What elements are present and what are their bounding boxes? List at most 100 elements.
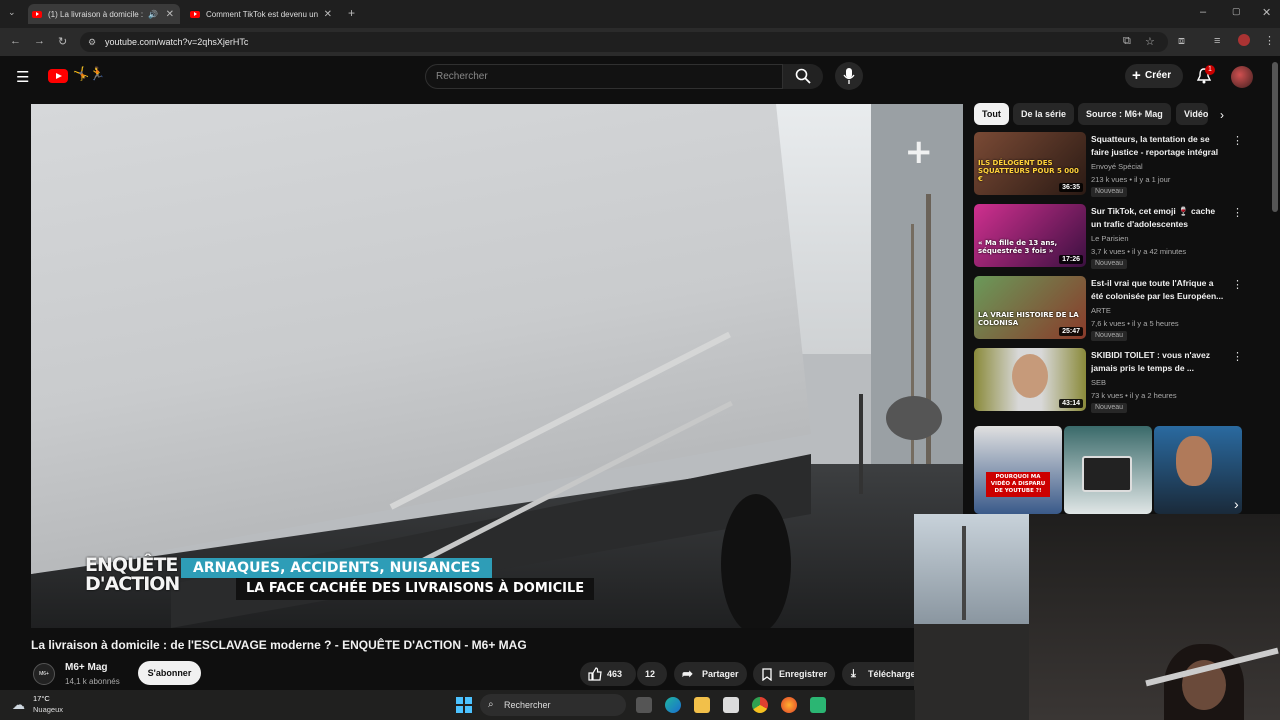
tab-title: Comment TikTok est devenu un bbox=[206, 9, 318, 19]
download-button[interactable]: ⤓ Télécharger bbox=[842, 662, 914, 686]
comments-button[interactable]: 12 bbox=[637, 662, 667, 686]
chip-all[interactable]: Tout bbox=[974, 103, 1009, 125]
new-badge: Nouveau bbox=[1091, 259, 1128, 269]
chip-videos[interactable]: Vidéo bbox=[1176, 103, 1208, 125]
recommendation-thumbnail[interactable]: ILS DÉLOGENT DES SQUATTEURS POUR 5 000 €… bbox=[974, 132, 1086, 195]
short-caption: POURQUOI MA VIDÉO A DISPARU DE YOUTUBE ?… bbox=[986, 472, 1050, 497]
menu-icon[interactable]: ☰ bbox=[16, 68, 29, 86]
more-options-icon[interactable]: ⋮ bbox=[1232, 206, 1243, 219]
more-options-icon[interactable]: ⋮ bbox=[1232, 134, 1243, 147]
video-player[interactable]: + ENQUÊTE D'ACTION ARNAQUES, ACCIDENTS, … bbox=[31, 104, 963, 628]
maximize-icon[interactable]: ▢ bbox=[1232, 6, 1241, 17]
recommendation-title[interactable]: Sur TikTok, cet emoji 🍷 cache un trafic … bbox=[1091, 205, 1226, 231]
bookmark-star-icon[interactable]: ☆ bbox=[1145, 35, 1155, 48]
voice-search-button[interactable] bbox=[835, 62, 863, 90]
new-tab-button[interactable]: + bbox=[348, 6, 355, 20]
forward-icon[interactable]: → bbox=[34, 35, 45, 47]
firefox-icon[interactable] bbox=[781, 697, 797, 713]
tab-tiktok[interactable]: Comment TikTok est devenu un ✕ bbox=[186, 4, 338, 24]
chip-series[interactable]: De la série bbox=[1013, 103, 1075, 125]
close-tab-icon[interactable]: ✕ bbox=[324, 9, 332, 20]
more-options-icon[interactable]: ⋮ bbox=[1232, 350, 1243, 363]
profile-avatar[interactable] bbox=[1238, 34, 1250, 46]
shorts-next-icon[interactable]: › bbox=[1234, 496, 1239, 512]
plus-icon: + bbox=[1132, 67, 1141, 84]
search-icon bbox=[795, 68, 811, 84]
share-icon: ➦ bbox=[682, 666, 693, 681]
recommendation-title[interactable]: Est-il vrai que toute l'Afrique a été co… bbox=[1091, 277, 1226, 303]
close-window-icon[interactable]: ✕ bbox=[1262, 6, 1271, 19]
cloud-icon: ☁ bbox=[12, 697, 25, 712]
close-tab-icon[interactable]: ✕ bbox=[166, 9, 174, 20]
share-label: Partager bbox=[702, 669, 739, 679]
short-thumbnail[interactable] bbox=[1064, 426, 1152, 514]
tab-search-icon[interactable]: ⌄ bbox=[8, 7, 16, 18]
recommendation-thumbnail[interactable]: 43:14 bbox=[974, 348, 1086, 411]
recommendation-channel[interactable]: ARTE bbox=[1091, 306, 1111, 315]
recommendation-title[interactable]: SKIBIDI TOILET : vous n'avez jamais pris… bbox=[1091, 349, 1226, 375]
channel-avatar[interactable]: M6+ MAGAZINES bbox=[33, 663, 55, 685]
recommendation-meta: 73 k vues • il y a 2 heures bbox=[1091, 391, 1177, 400]
recommendation-meta: 7,6 k vues • il y a 5 heures bbox=[1091, 319, 1179, 328]
tab-livraison[interactable]: (1) La livraison à domicile : d 🔊 ✕ bbox=[28, 4, 180, 24]
duration-badge: 36:35 bbox=[1059, 183, 1083, 192]
url-field[interactable]: ⚙ youtube.com/watch?v=2qhsXjerHTc bbox=[80, 32, 1168, 52]
back-icon[interactable]: ← bbox=[10, 35, 21, 47]
recommendation-channel[interactable]: SEB bbox=[1091, 378, 1106, 387]
notification-badge: 1 bbox=[1205, 65, 1215, 75]
reload-icon[interactable]: ↻ bbox=[58, 35, 67, 48]
task-view-icon[interactable] bbox=[636, 697, 652, 713]
app-icon[interactable] bbox=[810, 697, 826, 713]
like-button[interactable]: 463 bbox=[580, 662, 636, 686]
account-avatar[interactable] bbox=[1231, 66, 1253, 88]
recommendation-title[interactable]: Squatteurs, la tentation de se faire jus… bbox=[1091, 133, 1226, 159]
chrome-menu-icon[interactable]: ⋮ bbox=[1264, 34, 1275, 47]
recommendation-channel[interactable]: Envoyé Spécial bbox=[1091, 162, 1143, 171]
new-badge: Nouveau bbox=[1091, 187, 1128, 197]
recommendation-item[interactable]: LA VRAIE HISTOIRE DE LA COLONISA 25:47 E… bbox=[974, 276, 1244, 342]
youtube-logo-icon[interactable] bbox=[48, 69, 68, 83]
create-button[interactable]: + Créer bbox=[1125, 64, 1183, 88]
recommendation-item[interactable]: « Ma fille de 13 ans, séquestrée 3 fois … bbox=[974, 204, 1244, 270]
file-explorer-icon[interactable] bbox=[694, 697, 710, 713]
video-banner-top: ARNAQUES, ACCIDENTS, NUISANCES bbox=[181, 558, 493, 578]
bookmark-icon bbox=[762, 668, 772, 681]
more-options-icon[interactable]: ⋮ bbox=[1232, 278, 1243, 291]
short-thumbnail[interactable] bbox=[1154, 426, 1242, 514]
recommendation-item[interactable]: 43:14 SKIBIDI TOILET : vous n'avez jamai… bbox=[974, 348, 1244, 414]
recommendation-thumbnail[interactable]: LA VRAIE HISTOIRE DE LA COLONISA 25:47 bbox=[974, 276, 1086, 339]
weather-temperature[interactable]: 17°C bbox=[33, 694, 50, 703]
recommendation-channel[interactable]: Le Parisien bbox=[1091, 234, 1129, 243]
edge-icon[interactable] bbox=[665, 697, 681, 713]
recommendation-item[interactable]: ILS DÉLOGENT DES SQUATTEURS POUR 5 000 €… bbox=[974, 132, 1244, 198]
cast-icon[interactable]: ⧉ bbox=[1123, 35, 1131, 48]
notifications-button[interactable]: 1 bbox=[1196, 65, 1215, 84]
speaker-icon[interactable]: 🔊 bbox=[148, 10, 158, 19]
minimize-icon[interactable]: – bbox=[1200, 6, 1206, 18]
share-button[interactable]: ➦ Partager bbox=[674, 662, 747, 686]
channel-name[interactable]: M6+ Mag bbox=[65, 662, 108, 673]
youtube-favicon-icon bbox=[32, 10, 42, 18]
chrome-icon[interactable] bbox=[752, 697, 768, 713]
subscribe-button[interactable]: S'abonner bbox=[138, 661, 201, 685]
windows-start-icon[interactable] bbox=[456, 697, 472, 713]
search-input[interactable]: Rechercher bbox=[425, 64, 783, 89]
recommendation-thumbnail[interactable]: « Ma fille de 13 ans, séquestrée 3 fois … bbox=[974, 204, 1086, 267]
new-badge: Nouveau bbox=[1091, 331, 1128, 341]
extensions-icon[interactable]: ⧈ bbox=[1178, 35, 1185, 48]
video-sign bbox=[886, 396, 942, 440]
short-thumbnail[interactable]: POURQUOI MA VIDÉO A DISPARU DE YOUTUBE ?… bbox=[974, 426, 1062, 514]
doodle-icon[interactable]: 🤸🏃 bbox=[73, 66, 105, 82]
media-controls-icon[interactable]: ≡ bbox=[1214, 35, 1220, 47]
weather-description[interactable]: Nuageux bbox=[33, 705, 63, 714]
page-scrollbar[interactable] bbox=[1272, 62, 1278, 212]
taskbar-search[interactable]: ⌕ Rechercher bbox=[480, 694, 626, 716]
save-button[interactable]: Enregistrer bbox=[753, 662, 835, 686]
search-button[interactable] bbox=[783, 64, 823, 89]
chip-source[interactable]: Source : M6+ Mag bbox=[1078, 103, 1171, 125]
comment-count: 12 bbox=[645, 669, 656, 679]
site-info-icon[interactable]: ⚙ bbox=[88, 32, 96, 52]
chips-next-icon[interactable]: › bbox=[1220, 108, 1224, 122]
store-icon[interactable] bbox=[723, 697, 739, 713]
new-badge: Nouveau bbox=[1091, 403, 1128, 413]
